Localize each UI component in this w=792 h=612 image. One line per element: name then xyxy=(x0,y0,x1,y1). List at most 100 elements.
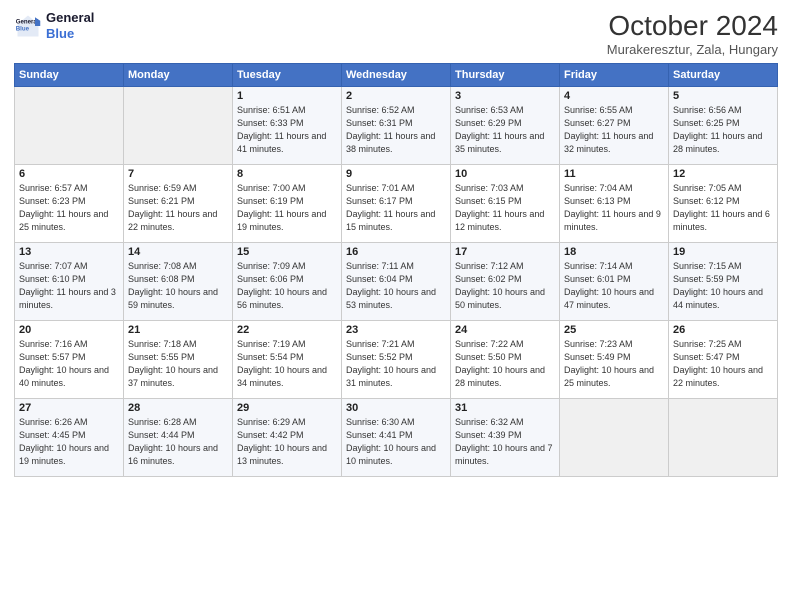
day-number: 27 xyxy=(19,402,119,414)
day-detail: Sunrise: 6:56 AM Sunset: 6:25 PM Dayligh… xyxy=(673,104,773,156)
day-number: 2 xyxy=(346,90,446,102)
day-detail: Sunrise: 6:52 AM Sunset: 6:31 PM Dayligh… xyxy=(346,104,446,156)
calendar-cell xyxy=(124,87,233,165)
day-number: 24 xyxy=(455,324,555,336)
weekday-header: Tuesday xyxy=(233,64,342,87)
day-detail: Sunrise: 6:32 AM Sunset: 4:39 PM Dayligh… xyxy=(455,416,555,468)
day-number: 21 xyxy=(128,324,228,336)
day-detail: Sunrise: 7:16 AM Sunset: 5:57 PM Dayligh… xyxy=(19,338,119,390)
logo-text: General Blue xyxy=(46,10,94,41)
day-detail: Sunrise: 7:22 AM Sunset: 5:50 PM Dayligh… xyxy=(455,338,555,390)
calendar-cell: 26 Sunrise: 7:25 AM Sunset: 5:47 PM Dayli… xyxy=(669,321,778,399)
calendar-cell xyxy=(560,399,669,477)
logo: General Blue General Blue xyxy=(14,10,94,41)
day-number: 31 xyxy=(455,402,555,414)
day-detail: Sunrise: 7:05 AM Sunset: 6:12 PM Dayligh… xyxy=(673,182,773,234)
day-number: 6 xyxy=(19,168,119,180)
calendar-week-row: 6Sunrise: 6:57 AM Sunset: 6:23 PM Daylig… xyxy=(15,165,778,243)
day-number: 10 xyxy=(455,168,555,180)
day-detail: Sunrise: 7:09 AM Sunset: 6:06 PM Dayligh… xyxy=(237,260,337,312)
calendar-cell: 16 Sunrise: 7:11 AM Sunset: 6:04 PM Dayli… xyxy=(342,243,451,321)
weekday-header: Sunday xyxy=(15,64,124,87)
day-number: 25 xyxy=(564,324,664,336)
month-title: October 2024 xyxy=(607,10,778,42)
day-number: 22 xyxy=(237,324,337,336)
calendar-cell: 23Sunrise: 7:21 AM Sunset: 5:52 PM Dayli… xyxy=(342,321,451,399)
day-detail: Sunrise: 7:25 AM Sunset: 5:47 PM Dayligh… xyxy=(673,338,773,390)
calendar-body: 1 Sunrise: 6:51 AM Sunset: 6:33 PM Daylig… xyxy=(15,87,778,477)
day-detail: Sunrise: 7:18 AM Sunset: 5:55 PM Dayligh… xyxy=(128,338,228,390)
day-detail: Sunrise: 7:12 AM Sunset: 6:02 PM Dayligh… xyxy=(455,260,555,312)
day-number: 28 xyxy=(128,402,228,414)
title-block: October 2024 Murakeresztur, Zala, Hungar… xyxy=(607,10,778,57)
calendar-cell: 13 Sunrise: 7:07 AM Sunset: 6:10 PM Dayli… xyxy=(15,243,124,321)
day-detail: Sunrise: 7:07 AM Sunset: 6:10 PM Dayligh… xyxy=(19,260,119,312)
calendar-cell: 22Sunrise: 7:19 AM Sunset: 5:54 PM Dayli… xyxy=(233,321,342,399)
calendar-cell: 5Sunrise: 6:56 AM Sunset: 6:25 PM Daylig… xyxy=(669,87,778,165)
day-detail: Sunrise: 7:01 AM Sunset: 6:17 PM Dayligh… xyxy=(346,182,446,234)
day-number: 13 xyxy=(19,246,119,258)
day-detail: Sunrise: 7:23 AM Sunset: 5:49 PM Dayligh… xyxy=(564,338,664,390)
svg-text:Blue: Blue xyxy=(16,25,30,32)
day-detail: Sunrise: 7:11 AM Sunset: 6:04 PM Dayligh… xyxy=(346,260,446,312)
calendar-cell: 31 Sunrise: 6:32 AM Sunset: 4:39 PM Dayli… xyxy=(451,399,560,477)
calendar-cell: 11 Sunrise: 7:04 AM Sunset: 6:13 PM Dayli… xyxy=(560,165,669,243)
day-number: 17 xyxy=(455,246,555,258)
calendar-cell: 14Sunrise: 7:08 AM Sunset: 6:08 PM Dayli… xyxy=(124,243,233,321)
day-number: 19 xyxy=(673,246,773,258)
day-detail: Sunrise: 7:00 AM Sunset: 6:19 PM Dayligh… xyxy=(237,182,337,234)
weekday-header: Friday xyxy=(560,64,669,87)
logo-icon: General Blue xyxy=(14,12,42,40)
day-number: 29 xyxy=(237,402,337,414)
calendar-cell: 15 Sunrise: 7:09 AM Sunset: 6:06 PM Dayli… xyxy=(233,243,342,321)
calendar-cell: 27 Sunrise: 6:26 AM Sunset: 4:45 PM Dayli… xyxy=(15,399,124,477)
day-detail: Sunrise: 6:26 AM Sunset: 4:45 PM Dayligh… xyxy=(19,416,119,468)
day-detail: Sunrise: 7:04 AM Sunset: 6:13 PM Dayligh… xyxy=(564,182,664,234)
calendar-cell: 1 Sunrise: 6:51 AM Sunset: 6:33 PM Daylig… xyxy=(233,87,342,165)
calendar-week-row: 27 Sunrise: 6:26 AM Sunset: 4:45 PM Dayli… xyxy=(15,399,778,477)
day-number: 20 xyxy=(19,324,119,336)
day-number: 11 xyxy=(564,168,664,180)
day-detail: Sunrise: 6:51 AM Sunset: 6:33 PM Dayligh… xyxy=(237,104,337,156)
calendar-cell: 25 Sunrise: 7:23 AM Sunset: 5:49 PM Dayli… xyxy=(560,321,669,399)
calendar-cell: 7 Sunrise: 6:59 AM Sunset: 6:21 PM Daylig… xyxy=(124,165,233,243)
day-detail: Sunrise: 6:59 AM Sunset: 6:21 PM Dayligh… xyxy=(128,182,228,234)
calendar-cell: 20 Sunrise: 7:16 AM Sunset: 5:57 PM Dayli… xyxy=(15,321,124,399)
day-number: 26 xyxy=(673,324,773,336)
calendar-cell: 10Sunrise: 7:03 AM Sunset: 6:15 PM Dayli… xyxy=(451,165,560,243)
day-detail: Sunrise: 6:30 AM Sunset: 4:41 PM Dayligh… xyxy=(346,416,446,468)
day-number: 23 xyxy=(346,324,446,336)
calendar-cell: 29Sunrise: 6:29 AM Sunset: 4:42 PM Dayli… xyxy=(233,399,342,477)
calendar-cell: 24 Sunrise: 7:22 AM Sunset: 5:50 PM Dayli… xyxy=(451,321,560,399)
day-number: 7 xyxy=(128,168,228,180)
day-detail: Sunrise: 6:28 AM Sunset: 4:44 PM Dayligh… xyxy=(128,416,228,468)
day-number: 30 xyxy=(346,402,446,414)
day-number: 14 xyxy=(128,246,228,258)
page-header: General Blue General Blue October 2024 M… xyxy=(14,10,778,57)
day-number: 16 xyxy=(346,246,446,258)
day-detail: Sunrise: 6:53 AM Sunset: 6:29 PM Dayligh… xyxy=(455,104,555,156)
calendar-cell: 19Sunrise: 7:15 AM Sunset: 5:59 PM Dayli… xyxy=(669,243,778,321)
day-number: 4 xyxy=(564,90,664,102)
calendar-cell: 4 Sunrise: 6:55 AM Sunset: 6:27 PM Daylig… xyxy=(560,87,669,165)
calendar-cell: 30 Sunrise: 6:30 AM Sunset: 4:41 PM Dayli… xyxy=(342,399,451,477)
calendar-cell: 6Sunrise: 6:57 AM Sunset: 6:23 PM Daylig… xyxy=(15,165,124,243)
calendar-header-row: SundayMondayTuesdayWednesdayThursdayFrid… xyxy=(15,64,778,87)
weekday-header: Thursday xyxy=(451,64,560,87)
day-number: 8 xyxy=(237,168,337,180)
location-subtitle: Murakeresztur, Zala, Hungary xyxy=(607,42,778,57)
weekday-header: Monday xyxy=(124,64,233,87)
calendar-cell: 2 Sunrise: 6:52 AM Sunset: 6:31 PM Daylig… xyxy=(342,87,451,165)
calendar-cell: 17 Sunrise: 7:12 AM Sunset: 6:02 PM Dayli… xyxy=(451,243,560,321)
calendar-cell: 21 Sunrise: 7:18 AM Sunset: 5:55 PM Dayli… xyxy=(124,321,233,399)
calendar-cell: 9 Sunrise: 7:01 AM Sunset: 6:17 PM Daylig… xyxy=(342,165,451,243)
day-number: 3 xyxy=(455,90,555,102)
day-number: 15 xyxy=(237,246,337,258)
day-number: 1 xyxy=(237,90,337,102)
day-number: 18 xyxy=(564,246,664,258)
day-detail: Sunrise: 6:55 AM Sunset: 6:27 PM Dayligh… xyxy=(564,104,664,156)
weekday-header: Wednesday xyxy=(342,64,451,87)
day-number: 9 xyxy=(346,168,446,180)
calendar-cell: 12Sunrise: 7:05 AM Sunset: 6:12 PM Dayli… xyxy=(669,165,778,243)
calendar-cell xyxy=(669,399,778,477)
